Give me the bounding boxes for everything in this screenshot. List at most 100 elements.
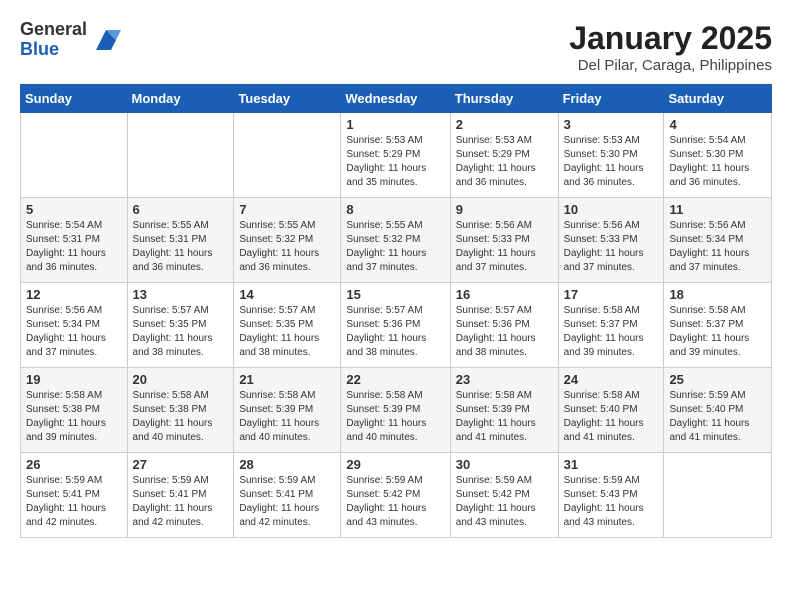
day-number: 11 [669, 202, 766, 217]
calendar: SundayMondayTuesdayWednesdayThursdayFrid… [20, 84, 772, 538]
day-number: 29 [346, 457, 444, 472]
calendar-cell [234, 113, 341, 198]
calendar-cell: 21 Sunrise: 5:58 AM Sunset: 5:39 PM Dayli… [234, 368, 341, 453]
calendar-cell: 10Sunrise: 5:56 AM Sunset: 5:33 PM Dayli… [558, 198, 664, 283]
day-number: 9 [456, 202, 553, 217]
weekday-header-wednesday: Wednesday [341, 85, 450, 113]
weekday-header-monday: Monday [127, 85, 234, 113]
day-info: Sunrise: 5:59 AM Sunset: 5:40 PM Dayligh… [669, 389, 766, 445]
calendar-cell: 9 Sunrise: 5:56 AM Sunset: 5:33 PM Daylig… [450, 198, 558, 283]
calendar-cell: 12 Sunrise: 5:56 AM Sunset: 5:34 PM Dayli… [21, 283, 128, 368]
weekday-header-saturday: Saturday [664, 85, 772, 113]
calendar-cell: 4 Sunrise: 5:54 AM Sunset: 5:30 PM Daylig… [664, 113, 772, 198]
calendar-cell: 7Sunrise: 5:55 AM Sunset: 5:32 PM Daylig… [234, 198, 341, 283]
day-info: Sunrise: 5:58 AM Sunset: 5:38 PM Dayligh… [26, 389, 122, 445]
calendar-cell: 23Sunrise: 5:58 AM Sunset: 5:39 PM Dayli… [450, 368, 558, 453]
day-number: 24 [564, 372, 659, 387]
day-info: Sunrise: 5:59 AM Sunset: 5:43 PM Dayligh… [564, 474, 659, 530]
calendar-cell: 18 Sunrise: 5:58 AM Sunset: 5:37 PM Dayli… [664, 283, 772, 368]
day-info: Sunrise: 5:56 AM Sunset: 5:34 PM Dayligh… [26, 304, 122, 360]
calendar-cell [127, 113, 234, 198]
day-number: 12 [26, 287, 122, 302]
calendar-cell: 31Sunrise: 5:59 AM Sunset: 5:43 PM Dayli… [558, 453, 664, 538]
day-info: Sunrise: 5:58 AM Sunset: 5:39 PM Dayligh… [346, 389, 444, 445]
location: Del Pilar, Caraga, Philippines [569, 57, 772, 74]
day-info: Sunrise: 5:58 AM Sunset: 5:38 PM Dayligh… [133, 389, 229, 445]
day-number: 3 [564, 117, 659, 132]
calendar-cell: 15 Sunrise: 5:57 AM Sunset: 5:36 PM Dayli… [341, 283, 450, 368]
day-number: 1 [346, 117, 444, 132]
calendar-cell: 24Sunrise: 5:58 AM Sunset: 5:40 PM Dayli… [558, 368, 664, 453]
day-number: 13 [133, 287, 229, 302]
week-row-4: 19Sunrise: 5:58 AM Sunset: 5:38 PM Dayli… [21, 368, 772, 453]
calendar-cell [21, 113, 128, 198]
calendar-cell: 29 Sunrise: 5:59 AM Sunset: 5:42 PM Dayli… [341, 453, 450, 538]
weekday-header-friday: Friday [558, 85, 664, 113]
calendar-cell: 8 Sunrise: 5:55 AM Sunset: 5:32 PM Daylig… [341, 198, 450, 283]
day-info: Sunrise: 5:54 AM Sunset: 5:30 PM Dayligh… [669, 134, 766, 190]
day-info: Sunrise: 5:58 AM Sunset: 5:39 PM Dayligh… [239, 389, 335, 445]
weekday-header-sunday: Sunday [21, 85, 128, 113]
calendar-cell: 27 Sunrise: 5:59 AM Sunset: 5:41 PM Dayli… [127, 453, 234, 538]
week-row-1: 1 Sunrise: 5:53 AM Sunset: 5:29 PM Daylig… [21, 113, 772, 198]
day-number: 16 [456, 287, 553, 302]
day-info: Sunrise: 5:56 AM Sunset: 5:33 PM Dayligh… [456, 219, 553, 275]
day-number: 15 [346, 287, 444, 302]
weekday-header-row: SundayMondayTuesdayWednesdayThursdayFrid… [21, 85, 772, 113]
day-number: 30 [456, 457, 553, 472]
logo-icon [91, 25, 121, 55]
day-info: Sunrise: 5:55 AM Sunset: 5:32 PM Dayligh… [239, 219, 335, 275]
day-number: 14 [239, 287, 335, 302]
day-info: Sunrise: 5:59 AM Sunset: 5:41 PM Dayligh… [26, 474, 122, 530]
day-number: 21 [239, 372, 335, 387]
calendar-cell: 11 Sunrise: 5:56 AM Sunset: 5:34 PM Dayli… [664, 198, 772, 283]
day-info: Sunrise: 5:57 AM Sunset: 5:36 PM Dayligh… [456, 304, 553, 360]
day-info: Sunrise: 5:56 AM Sunset: 5:34 PM Dayligh… [669, 219, 766, 275]
day-info: Sunrise: 5:53 AM Sunset: 5:30 PM Dayligh… [564, 134, 659, 190]
day-info: Sunrise: 5:53 AM Sunset: 5:29 PM Dayligh… [456, 134, 553, 190]
month-title: January 2025 [569, 20, 772, 57]
week-row-5: 26Sunrise: 5:59 AM Sunset: 5:41 PM Dayli… [21, 453, 772, 538]
day-info: Sunrise: 5:59 AM Sunset: 5:41 PM Dayligh… [133, 474, 229, 530]
day-number: 4 [669, 117, 766, 132]
week-row-2: 5Sunrise: 5:54 AM Sunset: 5:31 PM Daylig… [21, 198, 772, 283]
day-info: Sunrise: 5:54 AM Sunset: 5:31 PM Dayligh… [26, 219, 122, 275]
calendar-cell: 6Sunrise: 5:55 AM Sunset: 5:31 PM Daylig… [127, 198, 234, 283]
day-info: Sunrise: 5:55 AM Sunset: 5:32 PM Dayligh… [346, 219, 444, 275]
day-number: 25 [669, 372, 766, 387]
calendar-cell [664, 453, 772, 538]
calendar-cell: 3 Sunrise: 5:53 AM Sunset: 5:30 PM Daylig… [558, 113, 664, 198]
day-info: Sunrise: 5:57 AM Sunset: 5:35 PM Dayligh… [239, 304, 335, 360]
day-info: Sunrise: 5:58 AM Sunset: 5:37 PM Dayligh… [669, 304, 766, 360]
title-section: January 2025 Del Pilar, Caraga, Philippi… [569, 20, 772, 74]
weekday-header-thursday: Thursday [450, 85, 558, 113]
day-info: Sunrise: 5:59 AM Sunset: 5:41 PM Dayligh… [239, 474, 335, 530]
day-number: 10 [564, 202, 659, 217]
day-info: Sunrise: 5:59 AM Sunset: 5:42 PM Dayligh… [346, 474, 444, 530]
day-number: 27 [133, 457, 229, 472]
day-number: 22 [346, 372, 444, 387]
day-info: Sunrise: 5:57 AM Sunset: 5:36 PM Dayligh… [346, 304, 444, 360]
day-info: Sunrise: 5:59 AM Sunset: 5:42 PM Dayligh… [456, 474, 553, 530]
day-number: 8 [346, 202, 444, 217]
day-info: Sunrise: 5:57 AM Sunset: 5:35 PM Dayligh… [133, 304, 229, 360]
calendar-cell: 26Sunrise: 5:59 AM Sunset: 5:41 PM Dayli… [21, 453, 128, 538]
logo-general: General [20, 20, 87, 40]
calendar-cell: 1Sunrise: 5:53 AM Sunset: 5:29 PM Daylig… [341, 113, 450, 198]
day-info: Sunrise: 5:58 AM Sunset: 5:37 PM Dayligh… [564, 304, 659, 360]
calendar-cell: 25 Sunrise: 5:59 AM Sunset: 5:40 PM Dayli… [664, 368, 772, 453]
week-row-3: 12 Sunrise: 5:56 AM Sunset: 5:34 PM Dayli… [21, 283, 772, 368]
calendar-cell: 2 Sunrise: 5:53 AM Sunset: 5:29 PM Daylig… [450, 113, 558, 198]
calendar-cell: 14 Sunrise: 5:57 AM Sunset: 5:35 PM Dayli… [234, 283, 341, 368]
calendar-cell: 16 Sunrise: 5:57 AM Sunset: 5:36 PM Dayli… [450, 283, 558, 368]
calendar-cell: 28Sunrise: 5:59 AM Sunset: 5:41 PM Dayli… [234, 453, 341, 538]
day-info: Sunrise: 5:58 AM Sunset: 5:39 PM Dayligh… [456, 389, 553, 445]
day-number: 20 [133, 372, 229, 387]
calendar-cell: 17Sunrise: 5:58 AM Sunset: 5:37 PM Dayli… [558, 283, 664, 368]
logo: General Blue [20, 20, 121, 60]
day-number: 18 [669, 287, 766, 302]
weekday-header-tuesday: Tuesday [234, 85, 341, 113]
day-number: 2 [456, 117, 553, 132]
calendar-cell: 22 Sunrise: 5:58 AM Sunset: 5:39 PM Dayli… [341, 368, 450, 453]
calendar-cell: 5Sunrise: 5:54 AM Sunset: 5:31 PM Daylig… [21, 198, 128, 283]
